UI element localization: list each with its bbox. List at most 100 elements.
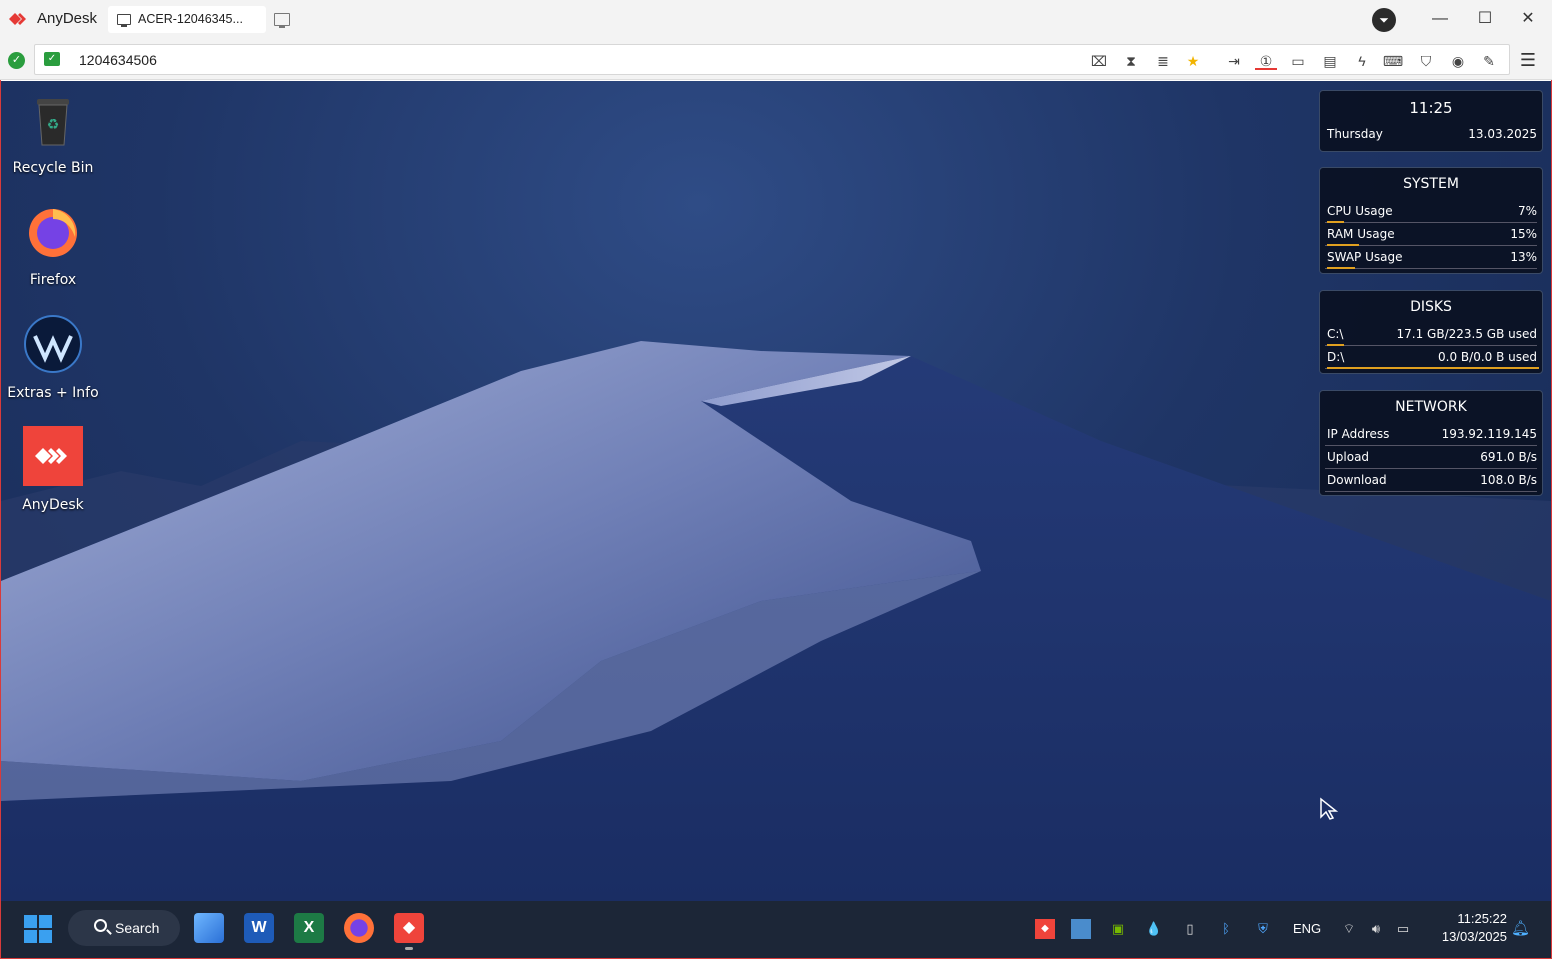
connection-ok-icon: ✓ xyxy=(8,52,25,69)
tab-label: ACER-12046345... xyxy=(138,12,243,26)
database-icon[interactable]: ≣ xyxy=(1152,52,1174,70)
desktop-icon-extras-info[interactable]: Extras + Info xyxy=(5,314,101,401)
recycle-bin-icon: ♻ xyxy=(37,99,69,146)
clock-time: 11:25:22 xyxy=(1457,911,1507,926)
desktop-icon-label: Recycle Bin xyxy=(12,160,94,176)
search-icon xyxy=(94,919,107,932)
firefox-taskbar-icon[interactable] xyxy=(344,913,374,943)
display-icon[interactable]: ▭ xyxy=(1287,52,1309,70)
row-value: 15% xyxy=(1510,227,1537,241)
widget-title: NETWORK xyxy=(1395,399,1467,415)
actions-icon[interactable]: ϟ xyxy=(1351,52,1373,70)
record-icon[interactable]: ◉ xyxy=(1447,52,1469,70)
disks-widget: DISKS C:\ 17.1 GB/223.5 GB used D:\ 0.0 … xyxy=(1319,290,1543,374)
row-label: D:\ xyxy=(1327,350,1345,364)
row-value: 108.0 B/s xyxy=(1480,473,1537,487)
upload-row: Upload 691.0 B/s xyxy=(1325,446,1537,469)
address-input[interactable]: ✓ 1204634506 ⌧ ⧗ ≣ ★ ⇥ ① ▭ ▤ ϟ ⌨ ⛉ ◉ ✎ xyxy=(34,44,1510,75)
keyboard-icon[interactable]: ⌨ xyxy=(1382,52,1404,70)
minimize-button[interactable]: — xyxy=(1426,6,1454,32)
whiteboard-icon[interactable]: ✎ xyxy=(1478,52,1500,70)
word-taskbar-icon[interactable]: W xyxy=(244,913,274,943)
cpu-usage-row: CPU Usage 7% xyxy=(1325,200,1537,223)
row-value: 13% xyxy=(1510,250,1537,264)
bluetooth-icon[interactable]: ᛒ xyxy=(1216,919,1236,939)
account-icon[interactable]: ⏷ xyxy=(1372,8,1396,32)
clock-date: 13/03/2025 xyxy=(1441,929,1507,944)
taskbar-clock[interactable]: 11:25:22 13/03/2025 xyxy=(1427,910,1507,946)
battery-icon[interactable]: ▭ xyxy=(1393,919,1413,939)
windows-logo-pane xyxy=(39,930,52,943)
row-label: SWAP Usage xyxy=(1327,250,1403,264)
nvidia-icon[interactable]: ▣ xyxy=(1108,919,1128,939)
taskbar-search[interactable]: Search xyxy=(68,910,180,946)
new-tab-icon[interactable] xyxy=(274,13,290,28)
disk-d-row: D:\ 0.0 B/0.0 B used xyxy=(1325,346,1539,369)
usb-icon[interactable]: ▯ xyxy=(1180,919,1200,939)
swap-usage-row: SWAP Usage 13% xyxy=(1325,246,1537,269)
row-label: CPU Usage xyxy=(1327,204,1393,218)
row-value: 193.92.119.145 xyxy=(1441,427,1537,441)
privacy-icon[interactable]: ⌧ xyxy=(1088,52,1110,70)
network-monitor-icon[interactable] xyxy=(1071,919,1091,939)
anydesk-logo-icon xyxy=(9,13,26,25)
row-label: RAM Usage xyxy=(1327,227,1395,241)
maximize-button[interactable]: ☐ xyxy=(1471,6,1499,32)
remote-taskbar: Search W X ◆ ◆ ▣ 💧 ▯ ᛒ ⛨ ENG ⌔ 🔊︎ ▭ 11:2… xyxy=(1,901,1551,958)
row-label: C:\ xyxy=(1327,327,1344,341)
row-value: 691.0 B/s xyxy=(1480,450,1537,464)
desktop-icon-firefox[interactable]: Firefox xyxy=(5,201,101,288)
address-value: 1204634506 xyxy=(79,52,157,68)
anydesk-tray-icon[interactable]: ◆ xyxy=(1035,919,1055,939)
ram-usage-row: RAM Usage 15% xyxy=(1325,223,1537,246)
windows-logo-pane xyxy=(39,915,52,928)
monitor-icon xyxy=(117,14,131,27)
monitor-switch-icon[interactable]: ① xyxy=(1255,52,1277,70)
row-label: Upload xyxy=(1327,450,1370,464)
widget-day: Thursday xyxy=(1327,127,1383,141)
language-indicator[interactable]: ENG xyxy=(1293,921,1321,936)
volume-icon[interactable]: 🔊︎ xyxy=(1366,919,1386,939)
close-button[interactable]: ✕ xyxy=(1514,6,1542,32)
usage-bar xyxy=(1327,367,1539,369)
windows-logo-pane xyxy=(24,930,37,943)
notification-bell-icon[interactable]: 🔔︎ xyxy=(1511,919,1530,937)
mouse-cursor-icon xyxy=(1320,797,1339,820)
file-transfer-icon[interactable]: ⇥ xyxy=(1223,52,1245,70)
extras-info-icon xyxy=(24,315,82,373)
desktop-icon-anydesk[interactable]: AnyDesk xyxy=(5,426,101,513)
clock-widget: 11:25 Thursday 13.03.2025 xyxy=(1319,90,1543,152)
star-icon[interactable]: ★ xyxy=(1182,52,1204,70)
remote-desktop[interactable]: ♻ Recycle Bin Firefox Extras + Info AnyD… xyxy=(1,81,1551,901)
firefox-icon xyxy=(29,209,77,257)
desktop-icon-label: Extras + Info xyxy=(7,385,99,401)
windows-logo-pane xyxy=(24,915,37,928)
download-row: Download 108.0 B/s xyxy=(1325,469,1537,492)
defender-warning-icon[interactable]: ⛨ xyxy=(1253,919,1273,939)
secure-connection-icon: ✓ xyxy=(44,52,60,66)
row-label: Download xyxy=(1327,473,1387,487)
hourglass-icon[interactable]: ⧗ xyxy=(1120,52,1142,70)
app-name: AnyDesk xyxy=(37,10,98,27)
excel-taskbar-icon[interactable]: X xyxy=(294,913,324,943)
main-menu-icon[interactable]: ☰ xyxy=(1518,50,1538,70)
desktop-icon-label: AnyDesk xyxy=(22,497,84,513)
permissions-icon[interactable]: ⛉ xyxy=(1415,52,1437,70)
drop-icon[interactable]: 💧 xyxy=(1144,919,1164,939)
wifi-icon[interactable]: ⌔ xyxy=(1339,919,1359,939)
chat-icon[interactable]: ▤ xyxy=(1319,52,1341,70)
anydesk-taskbar-icon[interactable]: ◆ xyxy=(394,913,424,943)
system-widget: SYSTEM CPU Usage 7% RAM Usage 15% SWAP U… xyxy=(1319,167,1543,274)
widget-title: DISKS xyxy=(1410,299,1452,315)
widget-time: 11:25 xyxy=(1409,99,1453,117)
row-value: 17.1 GB/223.5 GB used xyxy=(1396,327,1537,341)
widget-date: 13.03.2025 xyxy=(1468,127,1537,141)
row-value: 0.0 B/0.0 B used xyxy=(1438,350,1537,364)
active-app-indicator xyxy=(405,947,413,950)
network-widget: NETWORK IP Address 193.92.119.145 Upload… xyxy=(1319,390,1543,496)
tab-remote-session[interactable]: ACER-12046345... xyxy=(108,6,266,33)
file-explorer-taskbar-icon[interactable] xyxy=(194,913,224,943)
ip-address-row: IP Address 193.92.119.145 xyxy=(1325,423,1537,446)
start-button[interactable] xyxy=(24,915,52,943)
desktop-icon-recycle-bin[interactable]: ♻ Recycle Bin xyxy=(5,89,101,176)
